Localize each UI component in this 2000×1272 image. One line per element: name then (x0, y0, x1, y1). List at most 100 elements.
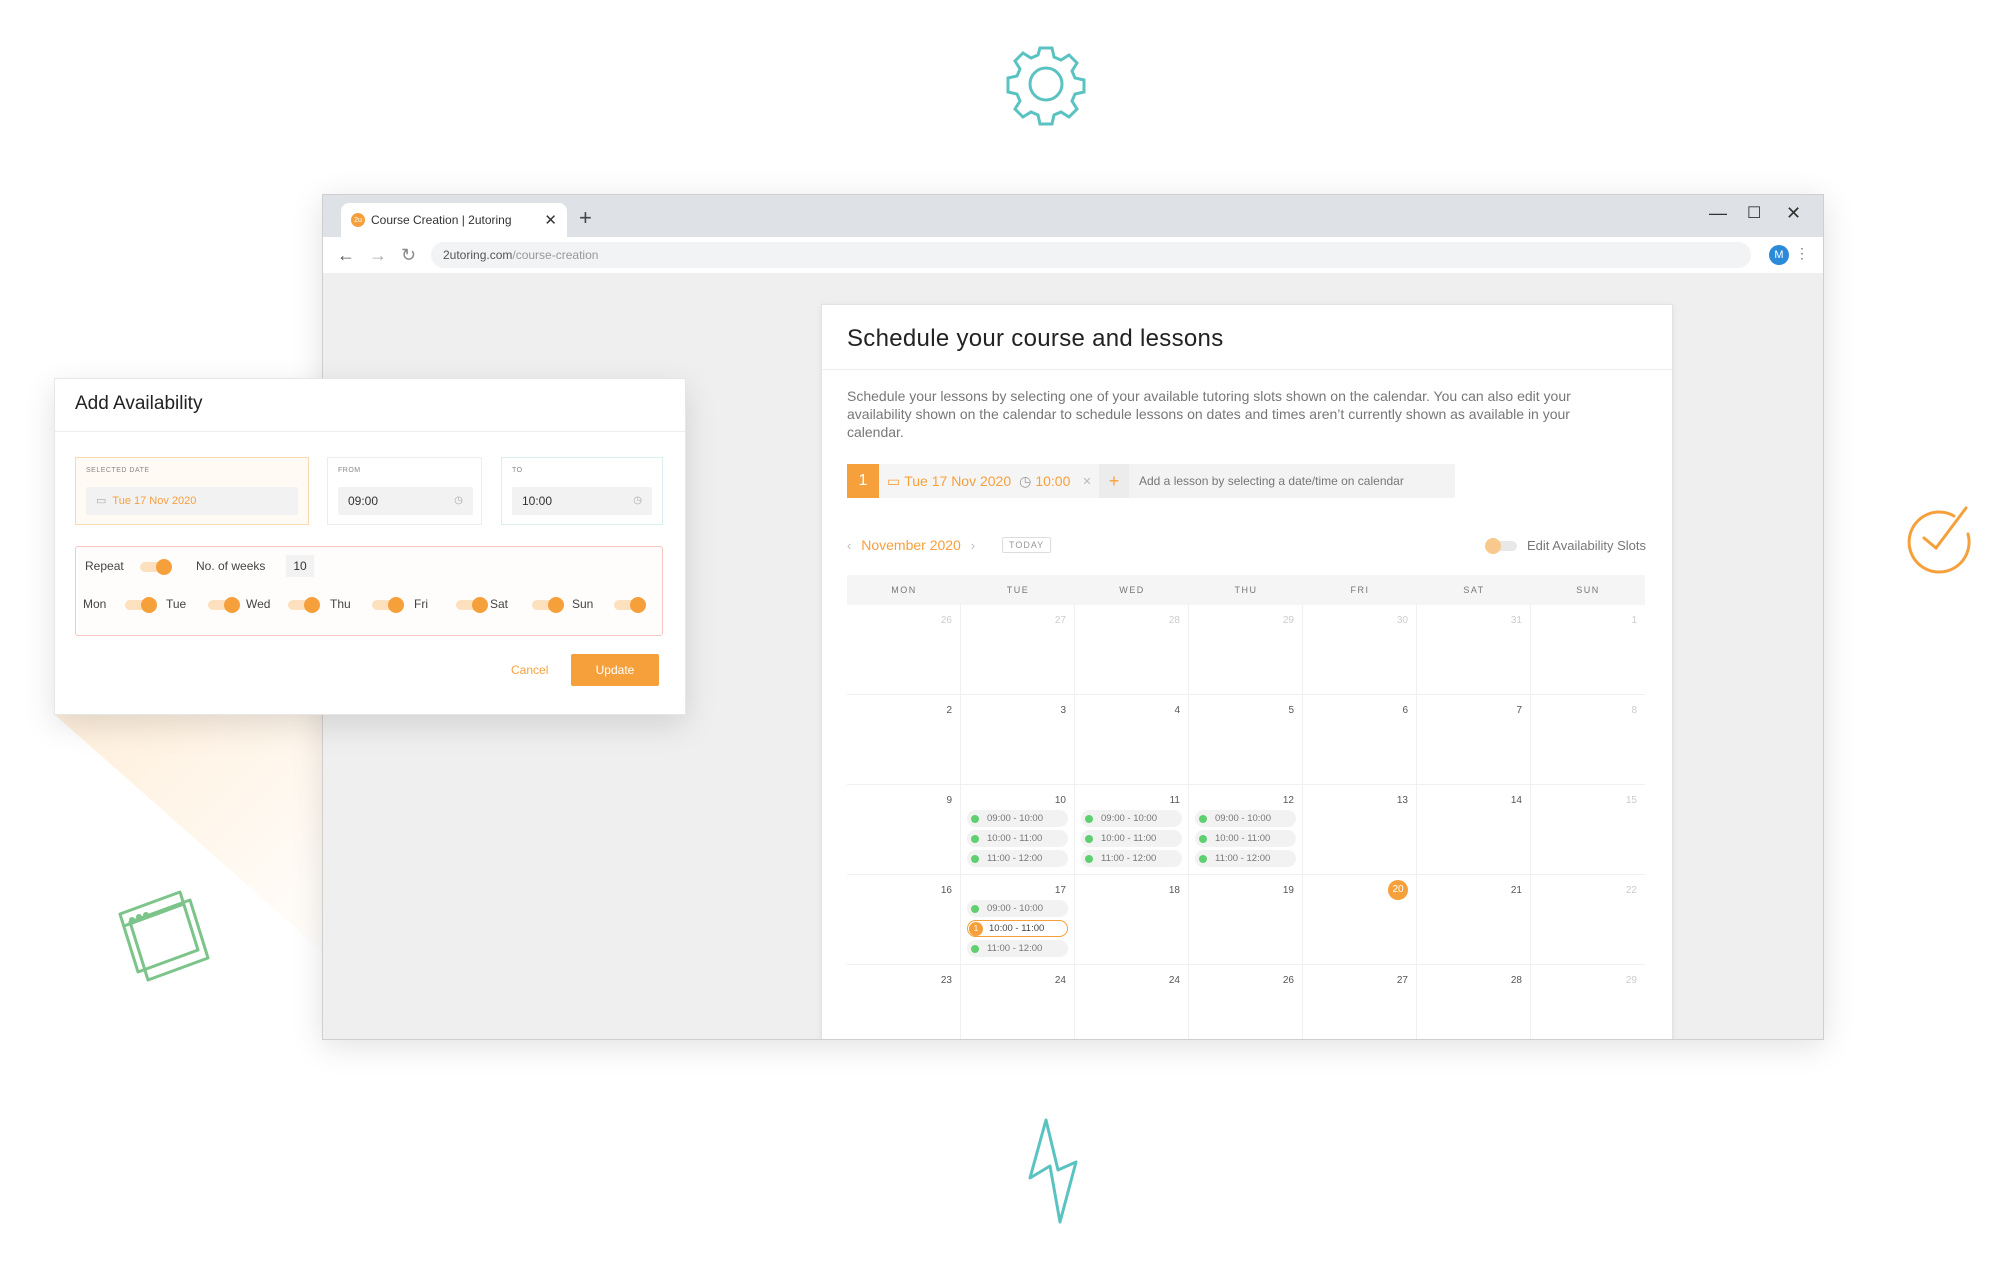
selected-date-input[interactable]: ▭ Tue 17 Nov 2020 (86, 487, 298, 515)
calendar-day-cell[interactable]: 28 (1075, 605, 1189, 694)
edit-availability-toggle[interactable]: Edit Availability Slots (1485, 537, 1646, 554)
day-toggle[interactable] (288, 597, 320, 613)
new-tab-button[interactable]: + (579, 205, 592, 231)
today-button[interactable]: TODAY (1002, 537, 1052, 553)
calendar-day-cell[interactable]: 20 (1303, 875, 1417, 964)
weeks-input[interactable]: 10 (286, 555, 314, 577)
calendar-day-cell[interactable]: 24 (1075, 965, 1189, 1039)
minimize-button[interactable]: — (1709, 203, 1727, 224)
gear-icon (1006, 46, 1086, 126)
calendar-day-cell[interactable]: 23 (847, 965, 961, 1039)
day-number: 27 (1054, 615, 1066, 626)
calendar-day-cell[interactable]: 6 (1303, 695, 1417, 784)
day-header: SAT (1463, 585, 1485, 595)
availability-slot[interactable]: 11:00 - 12:00 (967, 940, 1068, 957)
day-toggle[interactable] (614, 597, 646, 613)
calendar-day-cell[interactable]: 12 09:00 - 10:00 10:00 - 11:00 11:00 - 12:0… (1189, 785, 1303, 874)
toggle-switch[interactable] (1485, 537, 1517, 554)
calendar-day-cell[interactable]: 21 (1417, 875, 1531, 964)
browser-window-icon (118, 890, 210, 982)
forward-arrow-icon[interactable]: → (369, 245, 387, 266)
menu-kebab-icon[interactable]: ⋮ (1795, 245, 1809, 262)
back-arrow-icon[interactable]: ← (337, 245, 355, 266)
availability-slot[interactable]: 11:00 - 12:00 (1195, 850, 1296, 867)
maximize-button[interactable]: ☐ (1747, 203, 1761, 223)
calendar-day-cell[interactable]: 9 (847, 785, 961, 874)
selected-lesson-chip[interactable]: 1 ▭ Tue 17 Nov 2020 ◷ 10:00 ✕ (847, 464, 1102, 498)
availability-slot[interactable]: 09:00 - 10:00 (1081, 810, 1182, 827)
availability-slot[interactable]: 09:00 - 10:00 (967, 810, 1068, 827)
calendar-day-cell[interactable]: 27 (1303, 965, 1417, 1039)
calendar-day-cell[interactable]: 26 (847, 605, 961, 694)
calendar-day-cell[interactable]: 17 09:00 - 10:00 1 10:00 - 11:00 11:00 - 12:… (961, 875, 1075, 964)
calendar-day-cell[interactable]: 11 09:00 - 10:00 10:00 - 11:00 11:00 - 12:0… (1075, 785, 1189, 874)
slot-list: 09:00 - 10:00 10:00 - 11:00 11:00 - 12:00 (967, 810, 1068, 870)
availability-slot[interactable]: 10:00 - 11:00 (967, 830, 1068, 847)
tab-close-icon[interactable]: ✕ (544, 211, 557, 229)
day-number: 8 (1631, 705, 1637, 716)
availability-slot[interactable]: 09:00 - 10:00 (1195, 810, 1296, 827)
browser-tab[interactable]: 2u Course Creation | 2utoring ✕ (341, 203, 567, 237)
calendar-day-cell[interactable]: 16 (847, 875, 961, 964)
calendar-day-cell[interactable]: 2 (847, 695, 961, 784)
calendar-day-cell[interactable]: 14 (1417, 785, 1531, 874)
calendar-day-cell[interactable]: 29 (1189, 605, 1303, 694)
reload-icon[interactable]: ↻ (401, 245, 416, 266)
slot-time: 09:00 - 10:00 (987, 903, 1043, 914)
day-number: 2 (946, 705, 952, 716)
calendar-day-cell[interactable]: 3 (961, 695, 1075, 784)
calendar-day-cell[interactable]: 27 (961, 605, 1075, 694)
calendar-day-cell[interactable]: 29 (1531, 965, 1645, 1039)
calendar-day-cell[interactable]: 5 (1189, 695, 1303, 784)
calendar-week: 23 24 24 26 27 28 29 (847, 965, 1645, 1039)
availability-slot[interactable]: 1 10:00 - 11:00 (967, 920, 1068, 937)
day-label: Tue (166, 597, 187, 611)
to-input[interactable]: 10:00 ◷ (512, 487, 652, 515)
calendar-day-cell[interactable]: 4 (1075, 695, 1189, 784)
availability-slot[interactable]: 10:00 - 11:00 (1081, 830, 1182, 847)
prev-month-icon[interactable]: ‹ (847, 538, 851, 553)
day-toggle[interactable] (456, 597, 488, 613)
repeat-toggle[interactable] (140, 559, 172, 575)
day-number: 26 (1282, 975, 1294, 986)
day-toggle[interactable] (125, 597, 157, 613)
calendar-day-cell[interactable]: 10 09:00 - 10:00 10:00 - 11:00 11:00 - 12:0… (961, 785, 1075, 874)
day-header: WED (1119, 585, 1145, 595)
remove-lesson-icon[interactable]: ✕ (1082, 475, 1091, 488)
calendar-day-cell[interactable]: 1 (1531, 605, 1645, 694)
calendar-day-cell[interactable]: 7 (1417, 695, 1531, 784)
url-bar[interactable]: 2utoring.com/course-creation (431, 242, 1751, 268)
day-header: THU (1234, 585, 1258, 595)
cancel-button[interactable]: Cancel (511, 663, 548, 677)
calendar-day-cell[interactable]: 13 (1303, 785, 1417, 874)
calendar-day-cell[interactable]: 8 (1531, 695, 1645, 784)
calendar-day-cell[interactable]: 30 (1303, 605, 1417, 694)
clock-icon: ◷ (454, 495, 463, 506)
day-toggle[interactable] (532, 597, 564, 613)
day-number: 30 (1396, 615, 1408, 626)
day-number: 13 (1396, 795, 1408, 806)
add-lesson-button[interactable]: + Add a lesson by selecting a date/time … (1099, 464, 1455, 498)
from-input[interactable]: 09:00 ◷ (338, 487, 473, 515)
availability-slot[interactable]: 11:00 - 12:00 (967, 850, 1068, 867)
calendar-day-cell[interactable]: 22 (1531, 875, 1645, 964)
availability-slot[interactable]: 10:00 - 11:00 (1195, 830, 1296, 847)
day-toggle[interactable] (372, 597, 404, 613)
availability-slot[interactable]: 11:00 - 12:00 (1081, 850, 1182, 867)
day-number: 23 (940, 975, 952, 986)
window-close-button[interactable]: ✕ (1786, 203, 1801, 224)
day-number: 16 (940, 885, 952, 896)
calendar-day-cell[interactable]: 19 (1189, 875, 1303, 964)
next-month-icon[interactable]: › (971, 538, 975, 553)
calendar-day-cell[interactable]: 26 (1189, 965, 1303, 1039)
availability-slot[interactable]: 09:00 - 10:00 (967, 900, 1068, 917)
update-button[interactable]: Update (571, 654, 659, 686)
day-toggle[interactable] (208, 597, 240, 613)
profile-avatar[interactable]: M (1769, 245, 1789, 265)
calendar-day-cell[interactable]: 31 (1417, 605, 1531, 694)
calendar-day-cell[interactable]: 28 (1417, 965, 1531, 1039)
calendar-day-cell[interactable]: 24 (961, 965, 1075, 1039)
selected-date-label: SELECTED DATE (86, 467, 150, 474)
calendar-day-cell[interactable]: 18 (1075, 875, 1189, 964)
calendar-day-cell[interactable]: 15 (1531, 785, 1645, 874)
